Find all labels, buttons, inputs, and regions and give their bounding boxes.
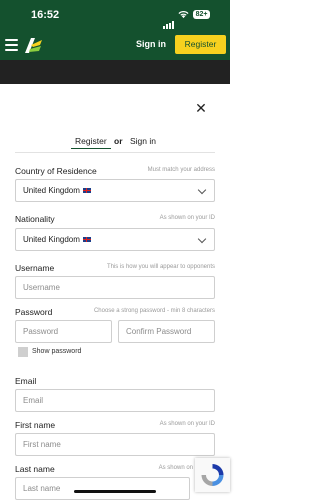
nationality-value: United Kingdom (23, 235, 80, 244)
backdrop-strip (0, 60, 230, 84)
first-name-hint: As shown on your ID (159, 421, 215, 427)
password-input[interactable]: Password (15, 320, 112, 343)
wifi-icon (178, 11, 189, 19)
country-select[interactable]: United Kingdom (15, 179, 215, 202)
signal-icon (163, 11, 175, 29)
confirm-password-input[interactable]: Confirm Password (118, 320, 215, 343)
country-value: United Kingdom (23, 186, 80, 195)
home-indicator (74, 490, 156, 493)
tab-register[interactable]: Register (75, 136, 107, 146)
uk-flag-icon (82, 237, 91, 243)
tab-separator: or (114, 136, 123, 146)
show-password-label[interactable]: Show password (32, 348, 81, 355)
country-label: Country of Residence (15, 166, 97, 176)
close-icon[interactable]: ✕ (195, 101, 207, 115)
nationality-select[interactable]: United Kingdom (15, 228, 215, 251)
last-name-label: Last name (15, 464, 55, 474)
country-hint: Must match your address (147, 167, 215, 173)
active-tab-indicator (71, 148, 111, 149)
recaptcha-icon[interactable] (195, 458, 230, 492)
logo-icon[interactable] (22, 35, 44, 55)
first-name-input[interactable]: First name (15, 433, 215, 456)
email-input[interactable]: Email (15, 389, 215, 412)
email-label: Email (15, 376, 37, 386)
password-hint: Choose a strong password - min 8 charact… (93, 308, 215, 314)
status-bar: 16:52 82+ (0, 0, 230, 30)
show-password-checkbox[interactable] (18, 347, 28, 357)
first-name-label: First name (15, 420, 56, 430)
username-label: Username (15, 263, 55, 273)
last-name-input[interactable]: Last name (15, 477, 190, 500)
top-navbar: Sign in Register (0, 30, 230, 60)
tab-signin[interactable]: Sign in (130, 136, 156, 146)
battery-icon: 82+ (193, 10, 210, 19)
header-signin-link[interactable]: Sign in (136, 39, 166, 49)
username-input[interactable]: Username (15, 276, 215, 299)
hamburger-icon[interactable] (5, 39, 18, 51)
chevron-down-icon (197, 185, 207, 195)
nationality-label: Nationality (15, 214, 55, 224)
tabs-divider (15, 152, 215, 153)
password-label: Password (15, 307, 53, 317)
header-register-button[interactable]: Register (175, 35, 226, 54)
username-hint: This is how you will appear to opponents (106, 264, 215, 270)
uk-flag-icon (82, 188, 91, 194)
last-name-hint: As shown on (158, 465, 193, 471)
chevron-down-icon (197, 234, 207, 244)
nationality-hint: As shown on your ID (159, 215, 215, 221)
status-time: 16:52 (31, 9, 60, 21)
